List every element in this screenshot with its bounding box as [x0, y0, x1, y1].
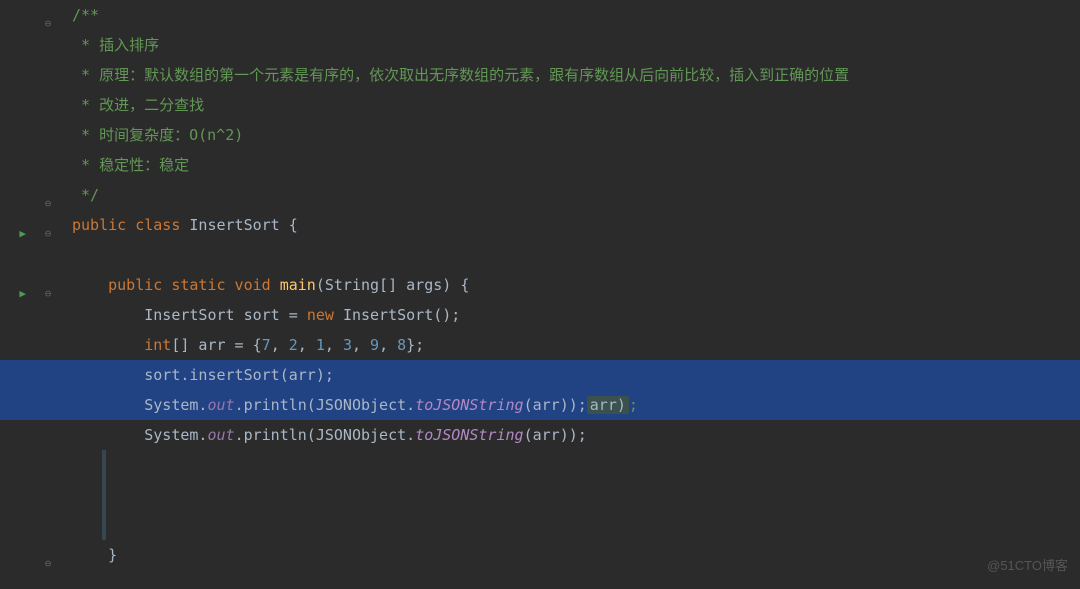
token-param: arr: [533, 396, 560, 414]
token-comment: */: [72, 186, 99, 204]
token-punct: [] arr = {: [171, 336, 261, 354]
code-editor: ⊖⊖⊖⊖⊖▶▶💡 /** * 插入排序 * 原理：默认数组的第一个元素是有序的，…: [0, 0, 1080, 589]
token-comment: * 插入排序: [72, 36, 159, 54]
token-number: 9: [370, 336, 379, 354]
code-line[interactable]: [72, 480, 1080, 510]
token-comment: ;: [629, 396, 638, 414]
code-line[interactable]: * 稳定性：稳定: [72, 150, 1080, 180]
token-keyword: new: [307, 306, 343, 324]
token-classname: InsertSort sort =: [144, 306, 307, 324]
code-line[interactable]: [72, 450, 1080, 480]
token-classname: InsertSort: [189, 216, 288, 234]
code-line[interactable]: * 时间复杂度：O(n^2): [72, 120, 1080, 150]
fold-icon[interactable]: ⊖: [42, 279, 54, 309]
run-icon[interactable]: ▶: [19, 219, 26, 249]
token-static: toJSONString: [415, 396, 523, 414]
token-punct: );: [316, 366, 334, 384]
code-line[interactable]: public class InsertSort {: [72, 210, 1080, 240]
token-punct: .println(JSONObject.: [235, 396, 416, 414]
token-comment: /**: [72, 6, 99, 24]
token-comment: * 原理：默认数组的第一个元素是有序的，依次取出无序数组的元素，跟有序数组从后向…: [72, 66, 849, 84]
token-classname: InsertSort();: [343, 306, 460, 324]
token-param: arr: [289, 366, 316, 384]
token-comment: * 稳定性：稳定: [72, 156, 189, 174]
token-punct: ,: [352, 336, 370, 354]
token-number: 7: [262, 336, 271, 354]
editor-gutter: ⊖⊖⊖⊖⊖▶▶💡: [0, 0, 60, 589]
code-line[interactable]: * 原理：默认数组的第一个元素是有序的，依次取出无序数组的元素，跟有序数组从后向…: [72, 60, 1080, 90]
token-number: 2: [289, 336, 298, 354]
code-line[interactable]: * 改进，二分查找: [72, 90, 1080, 120]
fold-icon[interactable]: ⊖: [42, 189, 54, 219]
token-number: 8: [397, 336, 406, 354]
token-method: main: [280, 276, 316, 294]
code-line[interactable]: * 插入排序: [72, 30, 1080, 60]
fold-icon[interactable]: ⊖: [42, 549, 54, 579]
code-line[interactable]: public static void main(String[] args) {: [72, 270, 1080, 300]
code-line[interactable]: int[] arr = {7, 2, 1, 3, 9, 8};: [72, 330, 1080, 360]
code-line[interactable]: [72, 240, 1080, 270]
token-comment: O(n^2): [189, 126, 243, 144]
code-line[interactable]: }: [72, 540, 1080, 570]
code-line[interactable]: System.out.println(JSONObject.toJSONStri…: [72, 390, 1080, 420]
token-punct: (: [524, 426, 533, 444]
run-icon[interactable]: ▶: [19, 279, 26, 309]
token-comment: * 改进，二分查找: [72, 96, 204, 114]
token-param: arr: [533, 426, 560, 444]
code-line[interactable]: [72, 510, 1080, 540]
token-punct: };: [406, 336, 424, 354]
code-line[interactable]: /**: [72, 0, 1080, 30]
token-punct: {: [289, 216, 298, 234]
code-line[interactable]: InsertSort sort = new InsertSort();: [72, 300, 1080, 330]
token-punct: ,: [325, 336, 343, 354]
token-punct: (: [524, 396, 533, 414]
code-line[interactable]: sort.insertSort(arr);: [72, 360, 1080, 390]
token-number: 1: [316, 336, 325, 354]
token-classname: sort.insertSort(: [144, 366, 289, 384]
token-keyword: int: [144, 336, 171, 354]
token-punct: ,: [298, 336, 316, 354]
token-field: out: [207, 396, 234, 414]
token-punct: ));: [560, 396, 587, 414]
token-field: out: [207, 426, 234, 444]
token-inline-hint: arr): [587, 396, 629, 414]
code-line[interactable]: System.out.println(JSONObject.toJSONStri…: [72, 420, 1080, 450]
token-static: toJSONString: [415, 426, 523, 444]
fold-icon[interactable]: ⊖: [42, 9, 54, 39]
token-punct: .println(JSONObject.: [235, 426, 416, 444]
token-classname: System.: [144, 426, 207, 444]
token-keyword: public static void: [108, 276, 280, 294]
watermark-text: @51CTO博客: [987, 551, 1068, 581]
token-punct: ,: [271, 336, 289, 354]
code-line[interactable]: */: [72, 180, 1080, 210]
token-classname: System.: [144, 396, 207, 414]
fold-icon[interactable]: ⊖: [42, 219, 54, 249]
token-punct: ,: [379, 336, 397, 354]
token-comment: * 时间复杂度：: [72, 126, 189, 144]
token-number: 3: [343, 336, 352, 354]
token-keyword: public class: [72, 216, 189, 234]
token-punct: (String[] args) {: [316, 276, 470, 294]
token-punct: }: [108, 546, 117, 564]
token-punct: ));: [560, 426, 587, 444]
code-area[interactable]: /** * 插入排序 * 原理：默认数组的第一个元素是有序的，依次取出无序数组的…: [60, 0, 1080, 589]
